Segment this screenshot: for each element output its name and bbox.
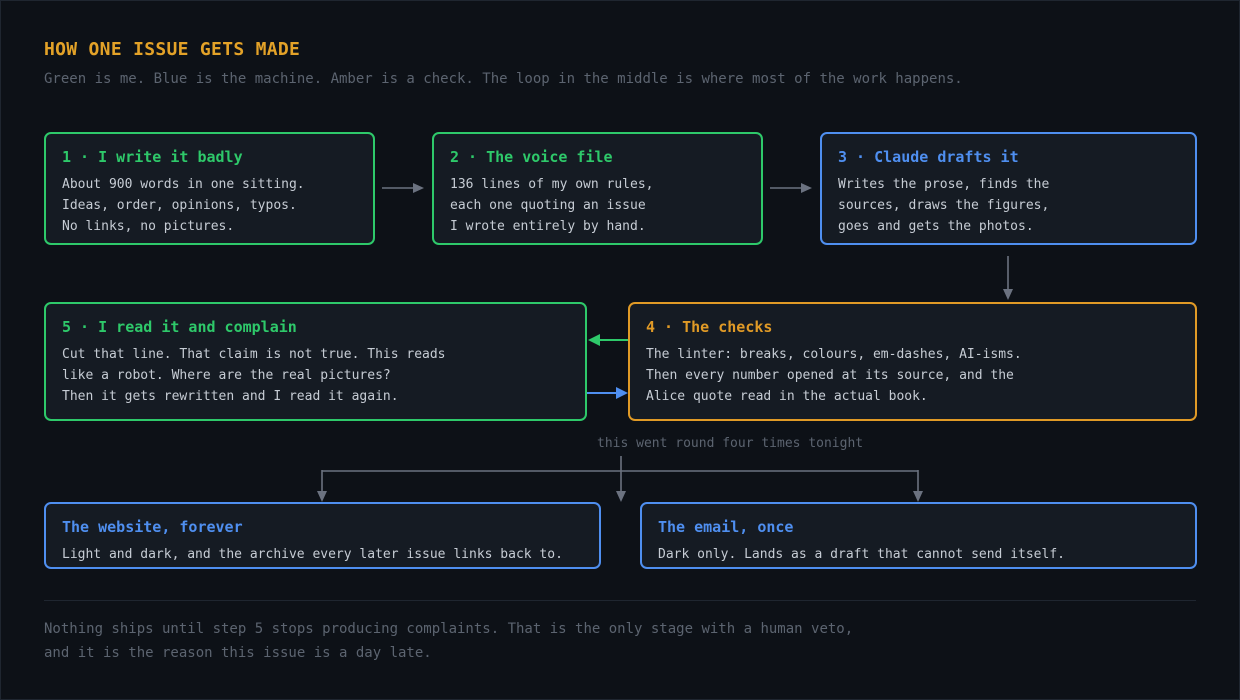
arrow-step1-to-step2 (382, 183, 424, 193)
arrow-step5-to-step4 (587, 387, 628, 399)
footer-divider (44, 600, 1196, 601)
footer-line: and it is the reason this issue is a day… (44, 645, 432, 661)
footer-note: Nothing ships until step 5 stops produci… (44, 617, 853, 665)
connector-layer (317, 183, 1013, 502)
arrow-step4-to-step5 (588, 334, 628, 346)
arrow-step3-to-step4 (1003, 256, 1013, 300)
arrow-fanout-to-outputs (317, 456, 923, 502)
footer-line: Nothing ships until step 5 stops produci… (44, 621, 854, 637)
arrow-step2-to-step3 (770, 183, 812, 193)
